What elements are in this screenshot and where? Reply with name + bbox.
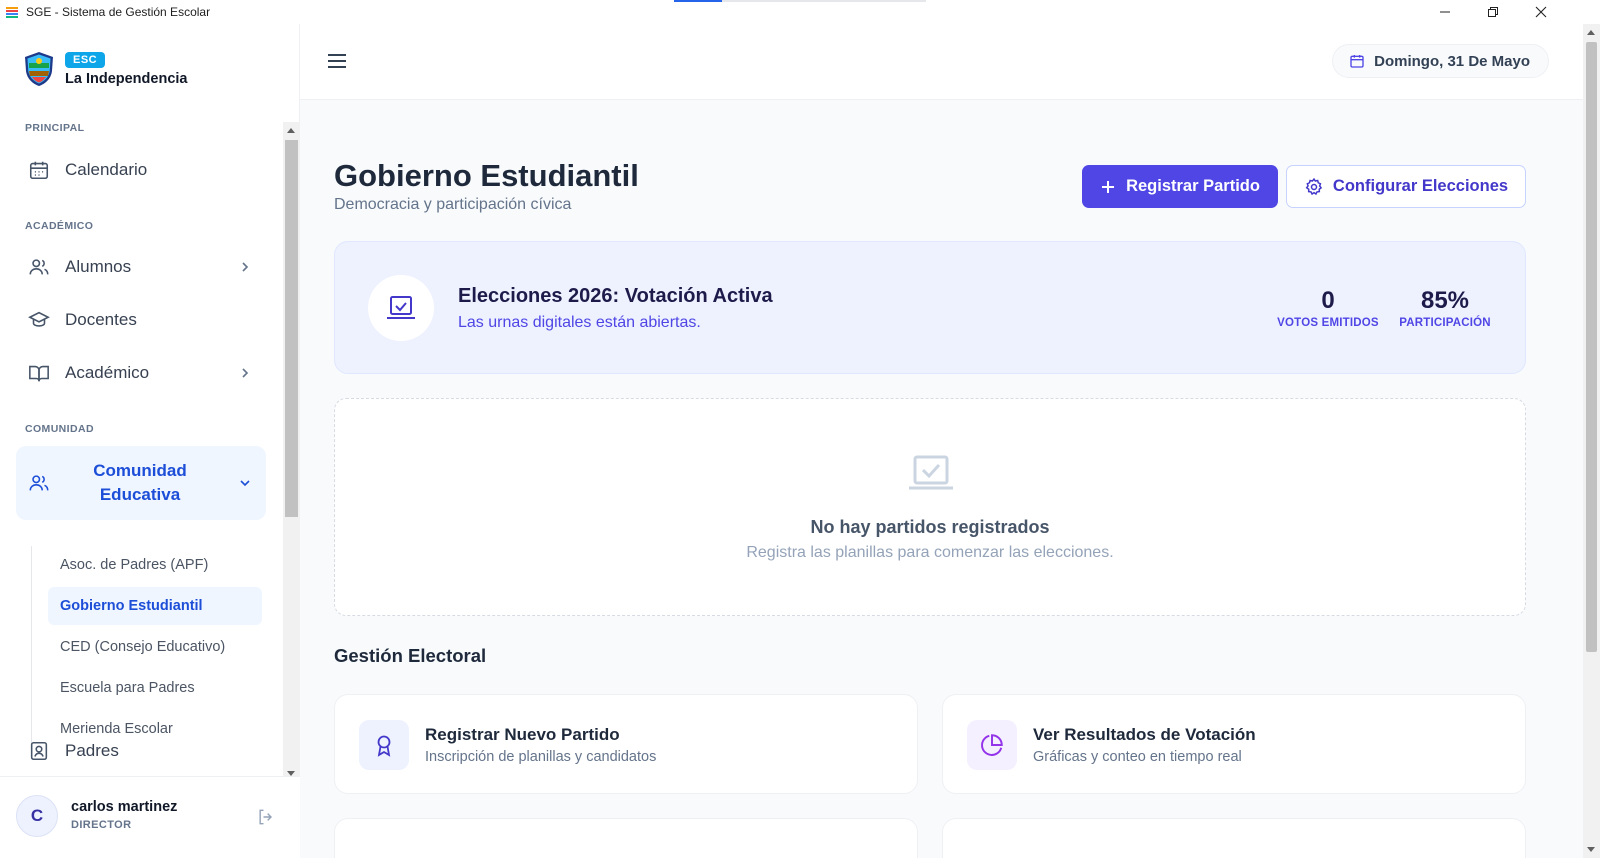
minimize-button[interactable]: [1422, 0, 1468, 24]
page-title: Gobierno Estudiantil: [334, 158, 639, 193]
logout-icon[interactable]: [256, 807, 276, 827]
section-title-gestion: Gestión Electoral: [334, 645, 487, 666]
chevron-right-icon: [242, 262, 249, 272]
election-title: Elecciones 2026: Votación Activa: [458, 285, 773, 307]
school-shield-logo: [25, 51, 53, 86]
users-icon: [29, 259, 49, 275]
election-icon-wrap: [368, 275, 434, 341]
sidebar-item-label: Académico: [65, 363, 150, 382]
user-name: carlos martinez: [71, 799, 178, 815]
users-icon: [29, 475, 49, 491]
menu-icon[interactable]: [326, 51, 348, 71]
subnav-item-ced[interactable]: CED (Consejo Educativo): [48, 628, 262, 666]
register-party-label: Registrar Partido: [1126, 177, 1260, 195]
avatar[interactable]: C: [16, 795, 58, 837]
brand[interactable]: ESC La Independencia: [23, 50, 187, 87]
card-title: Registrar Nuevo Partido: [425, 725, 620, 744]
gear-icon: [1305, 177, 1323, 195]
election-status-card: Elecciones 2026: Votación Activa Las urn…: [334, 241, 1526, 374]
votes-label: VOTOS EMITIDOS: [1277, 317, 1379, 329]
configure-elections-button[interactable]: Configurar Elecciones: [1286, 165, 1526, 208]
empty-title: No hay partidos registrados: [810, 517, 1050, 537]
chevron-right-icon: [242, 368, 249, 378]
configure-elections-label: Configurar Elecciones: [1332, 177, 1509, 195]
section-label-academico: ACADÉMICO: [25, 220, 94, 232]
card-subtitle: Gráficas y conteo en tiempo real: [1033, 749, 1242, 765]
card-subtitle: Inscripción de planillas y candidatos: [425, 749, 657, 765]
sidebar-item-padres[interactable]: Padres: [16, 727, 266, 775]
section-label-comunidad: COMUNIDAD: [25, 423, 94, 435]
sidebar-item-docentes[interactable]: Docentes: [16, 296, 266, 344]
chevron-down-icon: [240, 480, 250, 487]
plus-icon: [1102, 180, 1115, 193]
view-results-card[interactable]: Ver Resultados de Votación Gráficas y co…: [942, 694, 1526, 794]
register-party-button[interactable]: Registrar Partido: [1082, 165, 1278, 208]
scroll-up-arrow-icon[interactable]: [287, 128, 295, 133]
sidebar-item-label: Calendario: [65, 160, 148, 179]
empty-parties-state: No hay partidos registrados Registra las…: [334, 398, 1526, 616]
sidebar-item-label: Docentes: [65, 310, 137, 329]
sidebar-item-comunidad-educativa[interactable]: Comunidad Educativa: [16, 446, 266, 520]
sidebar-scroll-thumb[interactable]: [285, 140, 298, 517]
current-date: Domingo, 31 De Mayo: [1374, 52, 1530, 70]
brand-badge: ESC: [65, 52, 106, 68]
participation-value: 85%: [1420, 287, 1470, 314]
main-content: Gobierno Estudiantil Democracia y partic…: [300, 100, 1583, 858]
scroll-down-arrow-icon[interactable]: [1587, 847, 1595, 852]
app-icon: [6, 7, 18, 18]
votes-value: 0: [1321, 287, 1335, 314]
empty-subtitle: Registra las planillas para comenzar las…: [746, 544, 1114, 561]
user-role: DIRECTOR: [71, 819, 132, 831]
award-icon-wrap: [359, 720, 409, 770]
main-scroll-thumb[interactable]: [1586, 42, 1597, 652]
sidebar-nav: PRINCIPAL Calendario ACADÉMICO Alumnos D…: [0, 122, 283, 782]
calendar-icon: [29, 161, 49, 180]
sidebar-item-label: Alumnos: [65, 257, 132, 276]
subnav-item-apf[interactable]: Asoc. de Padres (APF): [48, 546, 262, 584]
participation-label: PARTICIPACIÓN: [1399, 317, 1491, 329]
user-profile: C carlos martinez DIRECTOR: [0, 776, 300, 858]
subnav-item-escuela-padres[interactable]: Escuela para Padres: [48, 669, 262, 707]
topbar: Domingo, 31 De Mayo: [300, 24, 1583, 100]
participation-stat: 85% PARTICIPACIÓN: [1395, 287, 1495, 329]
window-title: SGE - Sistema de Gestión Escolar: [26, 5, 211, 19]
management-card-partial[interactable]: [334, 818, 918, 858]
restore-icon: [1488, 7, 1498, 17]
sidebar-item-alumnos[interactable]: Alumnos: [16, 243, 266, 291]
sidebar-item-label: Comunidad Educativa: [93, 461, 187, 504]
scroll-up-arrow-icon[interactable]: [1587, 30, 1595, 35]
main-scrollbar[interactable]: [1583, 24, 1600, 858]
school-name: La Independencia: [65, 71, 188, 87]
subnav-item-gobierno-estudiantil[interactable]: Gobierno Estudiantil: [48, 587, 262, 625]
sidebar: ESC La Independencia PRINCIPAL Calendari…: [0, 24, 300, 858]
award-icon: [377, 735, 391, 757]
graduation-cap-icon: [28, 311, 50, 327]
contact-card-icon: [30, 741, 48, 761]
pie-chart-icon: [981, 734, 1003, 756]
book-open-icon: [29, 365, 49, 382]
management-card-partial[interactable]: [942, 818, 1526, 858]
votes-stat: 0 VOTOS EMITIDOS: [1275, 287, 1381, 329]
loading-progress: [674, 0, 926, 2]
section-label-principal: PRINCIPAL: [25, 122, 85, 134]
window-titlebar: SGE - Sistema de Gestión Escolar: [0, 0, 1600, 24]
restore-button[interactable]: [1470, 0, 1516, 24]
sidebar-item-academico[interactable]: Académico: [16, 349, 266, 397]
ballot-box-icon: [387, 296, 415, 319]
register-new-party-card[interactable]: Registrar Nuevo Partido Inscripción de p…: [334, 694, 918, 794]
election-subtitle: Las urnas digitales están abiertas.: [458, 314, 701, 331]
page-subtitle: Democracia y participación cívica: [334, 196, 572, 213]
date-display: Domingo, 31 De Mayo: [1332, 44, 1549, 78]
pie-chart-icon-wrap: [967, 720, 1017, 770]
close-button[interactable]: [1518, 0, 1564, 24]
sidebar-item-calendario[interactable]: Calendario: [16, 146, 266, 194]
sidebar-scrollbar[interactable]: [283, 122, 300, 782]
ballot-box-icon: [909, 455, 953, 490]
minimize-icon: [1440, 11, 1450, 13]
calendar-icon: [1350, 55, 1364, 68]
close-icon: [1535, 6, 1547, 18]
sidebar-item-label: Padres: [65, 741, 119, 760]
card-title: Ver Resultados de Votación: [1033, 725, 1256, 744]
